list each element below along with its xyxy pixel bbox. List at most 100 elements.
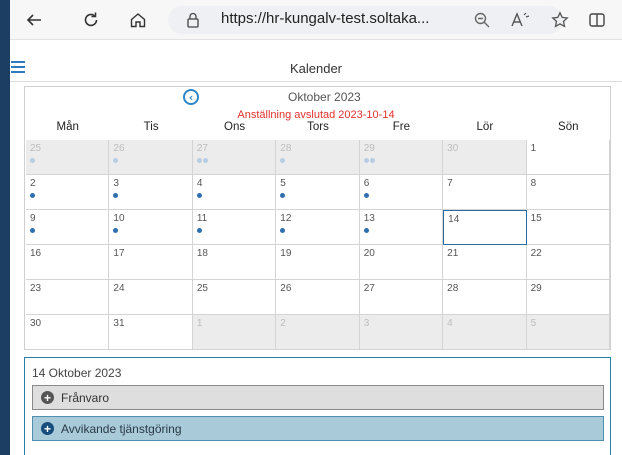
zoom-icon[interactable] <box>470 8 494 32</box>
calendar-day[interactable]: 10 <box>109 210 193 245</box>
refresh-icon[interactable] <box>79 8 103 32</box>
calendar-day[interactable]: 18 <box>192 245 277 280</box>
calendar-day[interactable]: 9 <box>26 210 110 245</box>
absence-section-toggle[interactable]: + Frånvaro <box>32 385 604 410</box>
calendar-day[interactable]: 16 <box>26 245 110 280</box>
calendar-day[interactable]: 2 <box>26 175 110 210</box>
day-number: 28 <box>280 143 292 154</box>
calendar-day[interactable]: 28 <box>276 140 360 175</box>
calendar-day[interactable]: 25 <box>26 140 110 175</box>
calendar-day[interactable]: 25 <box>192 280 277 315</box>
calendar-day[interactable]: 29 <box>359 140 444 175</box>
calendar-day[interactable]: 17 <box>109 245 193 280</box>
calendar-day[interactable]: 29 <box>526 280 610 315</box>
day-number: 3 <box>363 318 370 329</box>
previous-month-button[interactable]: ‹ <box>183 89 199 105</box>
event-dot <box>280 158 286 163</box>
calendar-day[interactable]: 11 <box>192 210 277 245</box>
calendar-day[interactable]: 22 <box>526 245 610 280</box>
day-number: 3 <box>113 178 119 189</box>
event-dot <box>202 158 208 163</box>
employment-ended-notice: Anställning avslutad 2023-10-14 <box>237 109 395 121</box>
event-dot <box>113 158 119 163</box>
day-number: 29 <box>530 283 542 294</box>
day-number: 4 <box>196 178 203 189</box>
calendar-day[interactable]: 30 <box>26 315 110 350</box>
calendar-day[interactable]: 28 <box>443 280 527 315</box>
day-number: 27 <box>196 143 208 154</box>
event-dot <box>113 228 119 233</box>
calendar-day[interactable]: 27 <box>192 140 277 175</box>
day-number: 10 <box>113 213 125 224</box>
day-number: 1 <box>196 318 203 329</box>
calendar-day[interactable]: 31 <box>109 315 193 350</box>
weekday-label: Sön <box>558 121 579 133</box>
calendar-day[interactable]: 15 <box>526 210 610 245</box>
calendar-day[interactable]: 19 <box>276 245 360 280</box>
calendar-day[interactable]: 13 <box>359 210 444 245</box>
day-number: 26 <box>113 143 125 154</box>
event-indicator <box>30 228 35 233</box>
calendar-day[interactable]: 3 <box>359 315 444 350</box>
deviating-service-section-toggle[interactable]: + Avvikande tjänstgöring <box>32 416 604 441</box>
day-number: 15 <box>530 213 542 224</box>
calendar-day[interactable]: 24 <box>109 280 193 315</box>
day-number: 20 <box>363 248 375 259</box>
event-indicator <box>280 228 286 233</box>
address-bar[interactable]: https://hr-kungalv-test.soltaka... <box>168 6 563 34</box>
calendar-day[interactable]: 5 <box>276 175 360 210</box>
calendar-day[interactable]: 4 <box>192 175 277 210</box>
day-number: 25 <box>30 143 42 154</box>
browser-toolbar: https://hr-kungalv-test.soltaka... <box>10 0 622 40</box>
day-number: 27 <box>363 283 375 294</box>
day-number: 14 <box>448 214 460 225</box>
calendar-day[interactable]: 1 <box>192 315 277 350</box>
weekday-label: Mån <box>56 121 79 133</box>
event-dot <box>196 228 202 233</box>
calendar-day[interactable]: 8 <box>526 175 610 210</box>
event-dot <box>113 193 119 198</box>
split-screen-icon[interactable] <box>585 8 609 32</box>
home-icon[interactable] <box>126 8 150 32</box>
event-dot <box>363 158 369 163</box>
calendar-day[interactable]: 23 <box>26 280 110 315</box>
lock-icon[interactable] <box>186 12 200 32</box>
event-dot <box>363 228 369 233</box>
day-number: 2 <box>280 318 286 329</box>
calendar-day[interactable]: 4 <box>443 315 527 350</box>
calendar-day[interactable]: 12 <box>276 210 360 245</box>
event-dot <box>30 193 35 198</box>
calendar-day[interactable]: 2 <box>276 315 360 350</box>
calendar-day[interactable]: 27 <box>359 280 444 315</box>
day-number: 11 <box>196 213 208 224</box>
event-dot <box>196 158 202 163</box>
calendar-day[interactable]: 21 <box>443 245 527 280</box>
read-aloud-icon[interactable] <box>508 8 532 32</box>
event-indicator <box>196 193 202 198</box>
deviating-service-section-label: Avvikande tjänstgöring <box>61 421 182 436</box>
event-dot <box>280 228 286 233</box>
calendar-day[interactable]: 1 <box>526 140 610 175</box>
url-text[interactable]: https://hr-kungalv-test.soltaka... <box>221 10 429 27</box>
event-indicator <box>280 158 286 163</box>
back-arrow-icon[interactable] <box>22 8 46 32</box>
calendar-day[interactable]: 7 <box>443 175 527 210</box>
calendar-day[interactable]: 3 <box>109 175 193 210</box>
event-indicator <box>363 193 369 198</box>
calendar-day[interactable]: 5 <box>526 315 610 350</box>
day-number: 25 <box>196 283 208 294</box>
calendar-day[interactable]: 30 <box>443 140 527 175</box>
selected-day-title: 14 Oktober 2023 <box>32 366 122 380</box>
plus-circle-icon: + <box>41 391 54 404</box>
calendar-day[interactable]: 26 <box>109 140 193 175</box>
favorite-star-icon[interactable] <box>548 8 572 32</box>
day-number: 8 <box>530 178 537 189</box>
day-number: 7 <box>447 178 453 189</box>
day-number: 31 <box>113 318 125 329</box>
day-number: 29 <box>363 143 375 154</box>
calendar-day[interactable]: 26 <box>276 280 360 315</box>
calendar-day[interactable]: 20 <box>359 245 444 280</box>
calendar-day[interactable]: 6 <box>359 175 444 210</box>
calendar-day-selected[interactable]: 14 <box>443 210 527 245</box>
event-indicator <box>196 228 202 233</box>
